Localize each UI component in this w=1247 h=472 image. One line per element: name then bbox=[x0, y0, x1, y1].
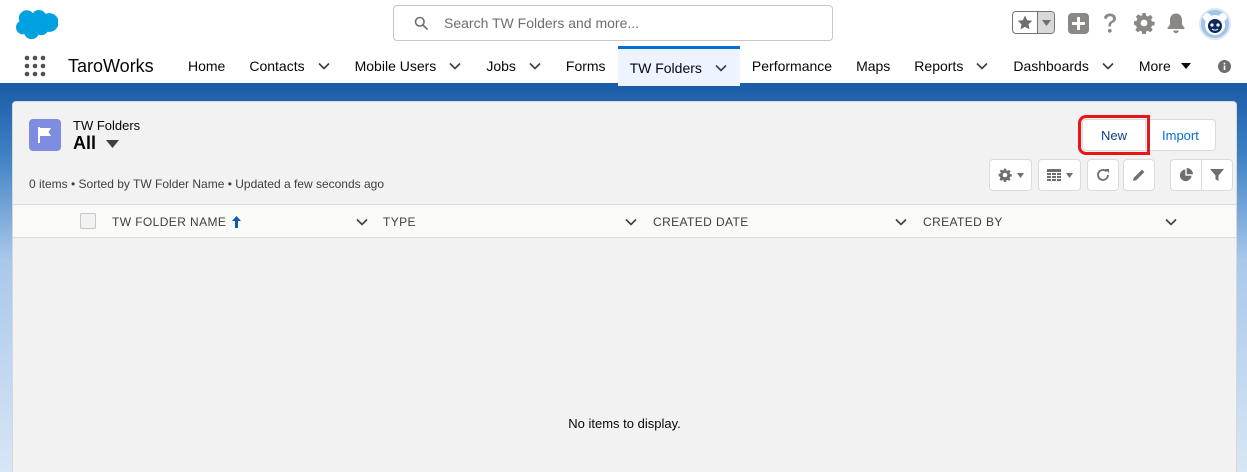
nav-items: Home Contacts Mobile Users Jobs Forms TW… bbox=[176, 46, 1205, 86]
table-header: TW FOLDER NAME TYPE CREATED DATE CREATED… bbox=[13, 204, 1236, 238]
nav-item-home[interactable]: Home bbox=[176, 46, 237, 86]
import-button[interactable]: Import bbox=[1146, 119, 1216, 151]
caret-down-icon bbox=[1041, 19, 1051, 26]
object-icon bbox=[29, 119, 61, 151]
flag-icon bbox=[38, 127, 51, 143]
global-actions-button[interactable] bbox=[1066, 11, 1090, 35]
chevron-down-icon[interactable] bbox=[355, 215, 369, 229]
nav-item-mobile-users[interactable]: Mobile Users bbox=[343, 46, 475, 86]
help-icon bbox=[1104, 13, 1116, 33]
nav-item-label: Performance bbox=[751, 58, 833, 74]
chevron-down-icon[interactable] bbox=[317, 59, 331, 73]
notifications-button[interactable] bbox=[1164, 11, 1188, 35]
app-launcher-icon[interactable] bbox=[24, 55, 46, 77]
column-label: CREATED DATE bbox=[653, 214, 749, 229]
nav-item-tw-folders[interactable]: TW Folders bbox=[617, 46, 740, 86]
nav-item-reports[interactable]: Reports bbox=[902, 46, 1001, 86]
column-header-created-by[interactable]: CREATED BY bbox=[923, 205, 1003, 238]
nav-item-performance[interactable]: Performance bbox=[740, 46, 844, 86]
caret-down-icon bbox=[1065, 172, 1073, 178]
nav-item-jobs[interactable]: Jobs bbox=[474, 46, 554, 86]
favorites-menu-button[interactable] bbox=[1038, 12, 1054, 33]
object-label: TW Folders bbox=[73, 118, 141, 133]
setup-button[interactable] bbox=[1132, 11, 1156, 35]
astro-avatar-icon bbox=[1201, 10, 1229, 38]
nav-item-label: TW Folders bbox=[629, 59, 702, 76]
table-body bbox=[13, 239, 1236, 472]
star-icon bbox=[1017, 15, 1033, 30]
search-input[interactable] bbox=[444, 15, 804, 31]
favorites-group bbox=[1012, 11, 1055, 34]
charts-button[interactable] bbox=[1170, 159, 1202, 191]
chevron-down-icon[interactable] bbox=[448, 59, 462, 73]
global-header bbox=[0, 0, 1247, 46]
column-label: TYPE bbox=[383, 214, 416, 229]
edit-list-button[interactable] bbox=[1123, 159, 1155, 191]
nav-item-label: Home bbox=[188, 58, 226, 74]
add-icon bbox=[1067, 12, 1089, 34]
gear-icon bbox=[998, 168, 1012, 182]
chevron-down-icon[interactable] bbox=[894, 215, 908, 229]
list-view-card: TW Folders All New Import 0 items • Sort… bbox=[12, 101, 1237, 472]
chevron-down-icon[interactable] bbox=[975, 59, 989, 73]
chevron-down-icon[interactable] bbox=[714, 61, 728, 75]
column-label: CREATED BY bbox=[923, 214, 1003, 229]
list-view-selector[interactable]: All bbox=[73, 133, 120, 154]
nav-item-label: More bbox=[1138, 58, 1171, 74]
bell-icon bbox=[1167, 13, 1185, 34]
favorites-star-button[interactable] bbox=[1013, 12, 1039, 33]
pencil-icon bbox=[1133, 169, 1145, 181]
nav-item-label: Reports bbox=[914, 58, 964, 74]
caret-down-icon bbox=[106, 139, 120, 148]
chevron-down-icon[interactable] bbox=[1164, 215, 1178, 229]
global-search[interactable] bbox=[393, 5, 833, 41]
nav-item-label: Contacts bbox=[249, 58, 305, 74]
chevron-down-icon[interactable] bbox=[528, 59, 542, 73]
nav-item-label: Mobile Users bbox=[354, 58, 437, 74]
salesforce-logo[interactable] bbox=[16, 9, 58, 39]
refresh-button[interactable] bbox=[1087, 159, 1119, 191]
column-header-type[interactable]: TYPE bbox=[383, 205, 416, 238]
refresh-icon bbox=[1097, 169, 1109, 181]
list-view-name: All bbox=[73, 133, 97, 153]
gear-icon bbox=[1134, 13, 1155, 34]
navigation-bar: TaroWorks Home Contacts Mobile Users Job… bbox=[0, 46, 1247, 86]
chevron-down-icon[interactable] bbox=[624, 215, 638, 229]
display-as-button[interactable] bbox=[1038, 159, 1081, 191]
nav-item-contacts[interactable]: Contacts bbox=[237, 46, 342, 86]
filters-button[interactable] bbox=[1201, 159, 1233, 191]
list-actions: New Import bbox=[1077, 115, 1216, 155]
nav-item-label: Maps bbox=[856, 58, 891, 74]
nav-item-more[interactable]: More bbox=[1127, 46, 1205, 86]
chevron-down-icon[interactable] bbox=[1101, 59, 1115, 73]
arrow-up-icon bbox=[232, 215, 242, 228]
column-header-created-date[interactable]: CREATED DATE bbox=[653, 205, 749, 238]
nav-item-label: Jobs bbox=[486, 58, 516, 74]
column-header-tw-folder-name[interactable]: TW FOLDER NAME bbox=[112, 205, 242, 238]
nav-item-label: Forms bbox=[565, 58, 606, 74]
info-icon[interactable] bbox=[1218, 60, 1231, 73]
user-avatar[interactable] bbox=[1199, 8, 1231, 40]
new-button[interactable]: New bbox=[1077, 115, 1151, 155]
nav-item-forms[interactable]: Forms bbox=[554, 46, 618, 86]
help-button[interactable] bbox=[1098, 11, 1122, 35]
empty-state-message: No items to display. bbox=[568, 416, 681, 431]
column-label: TW FOLDER NAME bbox=[112, 214, 227, 229]
search-icon bbox=[414, 16, 428, 30]
select-all-checkbox[interactable] bbox=[80, 213, 96, 229]
table-icon bbox=[1046, 169, 1061, 181]
list-status: 0 items • Sorted by TW Folder Name • Upd… bbox=[29, 177, 385, 191]
nav-item-label: Dashboards bbox=[1013, 58, 1089, 74]
pie-chart-icon bbox=[1179, 168, 1193, 182]
caret-down-icon bbox=[1016, 172, 1024, 178]
caret-down-icon bbox=[1180, 63, 1191, 69]
nav-item-dashboards[interactable]: Dashboards bbox=[1001, 46, 1127, 86]
nav-item-maps[interactable]: Maps bbox=[844, 46, 902, 86]
list-view-controls-button[interactable] bbox=[989, 159, 1032, 191]
app-name: TaroWorks bbox=[68, 56, 154, 76]
filter-icon bbox=[1210, 169, 1224, 181]
